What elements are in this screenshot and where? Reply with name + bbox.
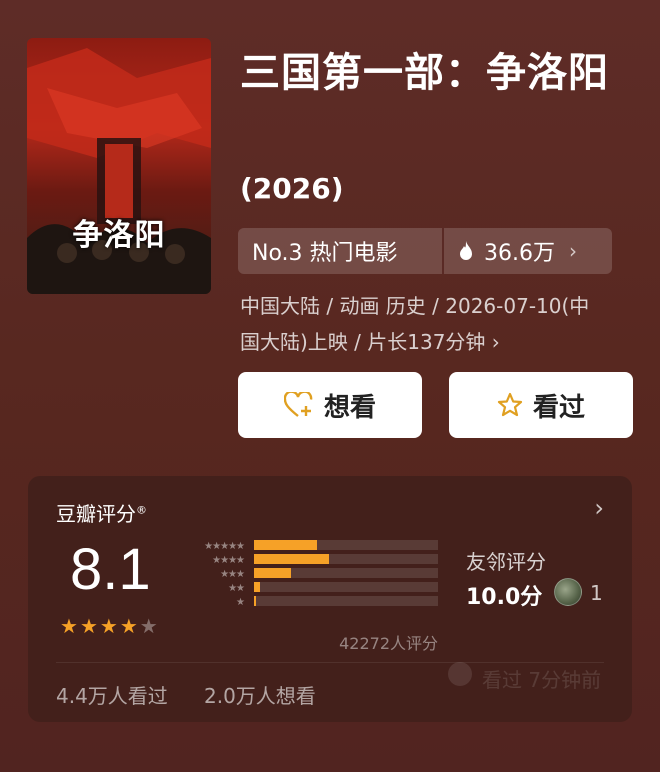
- heat-value: 36.6万: [484, 241, 555, 266]
- divider: [56, 662, 604, 663]
- star-icon: ★: [60, 614, 78, 638]
- distribution-bar-1: [254, 596, 438, 606]
- chevron-right-icon[interactable]: ›: [594, 494, 604, 522]
- want-to-watch-button[interactable]: 想看: [238, 372, 422, 438]
- watermark-text: 看过 7分钟前: [482, 668, 602, 692]
- heart-plus-icon: [283, 392, 313, 417]
- watermark-icon: [448, 662, 472, 686]
- meta-line-2-text: 国大陆)上映 / 片长137分钟: [240, 330, 486, 354]
- dist-label-5: ★★★★★: [204, 541, 245, 552]
- rating-count: 42272人评分: [339, 634, 438, 653]
- star-icon: ★: [99, 614, 118, 638]
- movie-poster[interactable]: 争洛阳: [27, 38, 211, 294]
- dist-label-3: ★★★: [220, 569, 245, 580]
- rating-score: 8.1: [70, 537, 151, 602]
- star-outline-icon: [497, 392, 523, 417]
- movie-title: 三国第一部：争洛阳: [240, 50, 609, 96]
- movie-year: (2026): [240, 172, 344, 205]
- rating-title: 豆瓣评分®: [56, 498, 147, 527]
- rating-stars: ★ ★ ★ ★ ★: [60, 616, 158, 636]
- movie-detail-page: 争洛阳 三国第一部：争洛阳 (2026) No.3 热门电影 36.6万 › 中…: [0, 0, 660, 772]
- distribution-bar-fill: [254, 568, 291, 578]
- poster-art: [27, 48, 211, 294]
- distribution-bar-fill: [254, 540, 317, 550]
- rating-label: 豆瓣评分: [56, 502, 136, 526]
- want-label: 想看: [323, 392, 376, 423]
- registered-mark: ®: [136, 503, 147, 517]
- heat-section: 36.6万 ›: [444, 235, 577, 267]
- distribution-bar-2: [254, 582, 438, 592]
- dist-label-1: ★: [236, 597, 245, 608]
- seen-label: 看过: [532, 392, 585, 423]
- dist-label-4: ★★★★: [212, 555, 245, 566]
- ranking-chip[interactable]: No.3 热门电影 36.6万 ›: [238, 228, 612, 274]
- watched-count[interactable]: 4.4万人看过: [56, 680, 168, 709]
- meta-line-1: 中国大陆 / 动画 历史 / 2026-07-10(中: [240, 294, 590, 318]
- rating-distribution: [254, 540, 438, 610]
- distribution-bar-fill: [254, 554, 330, 564]
- meta-line-2: 国大陆)上映 / 片长137分钟 ›: [240, 324, 640, 360]
- distribution-bar-fill: [254, 582, 260, 592]
- movie-meta[interactable]: 中国大陆 / 动画 历史 / 2026-07-10(中 国大陆)上映 / 片长1…: [240, 288, 640, 360]
- flame-icon: [460, 241, 472, 260]
- wanted-count[interactable]: 2.0万人想看: [204, 680, 316, 709]
- chevron-right-icon: ›: [491, 330, 500, 354]
- star-icon: ★: [119, 614, 138, 638]
- distribution-star-labels: ★★★★★ ★★★★ ★★★ ★★ ★: [178, 540, 245, 610]
- star-icon: ★: [79, 614, 98, 638]
- chevron-right-icon: ›: [569, 239, 577, 263]
- distribution-bar-5: [254, 540, 438, 550]
- friend-rating-label: 友邻评分: [466, 550, 546, 574]
- friend-count: 1: [590, 581, 603, 605]
- distribution-bar-fill: [254, 596, 257, 606]
- poster-title: 争洛阳: [72, 218, 166, 253]
- watched-button[interactable]: 看过: [449, 372, 633, 438]
- rating-card[interactable]: 豆瓣评分® › 8.1 ★ ★ ★ ★ ★ ★★★★★ ★★★★ ★★★ ★★ ★ 42…: [28, 476, 632, 722]
- avatar[interactable]: [554, 578, 582, 606]
- star-icon: ★: [139, 614, 158, 638]
- friend-rating-score: 10.0分: [466, 585, 543, 610]
- rank-label: No.3 热门电影: [252, 241, 398, 266]
- distribution-bar-4: [254, 554, 438, 564]
- dist-label-2: ★★: [228, 583, 245, 594]
- distribution-bar-3: [254, 568, 438, 578]
